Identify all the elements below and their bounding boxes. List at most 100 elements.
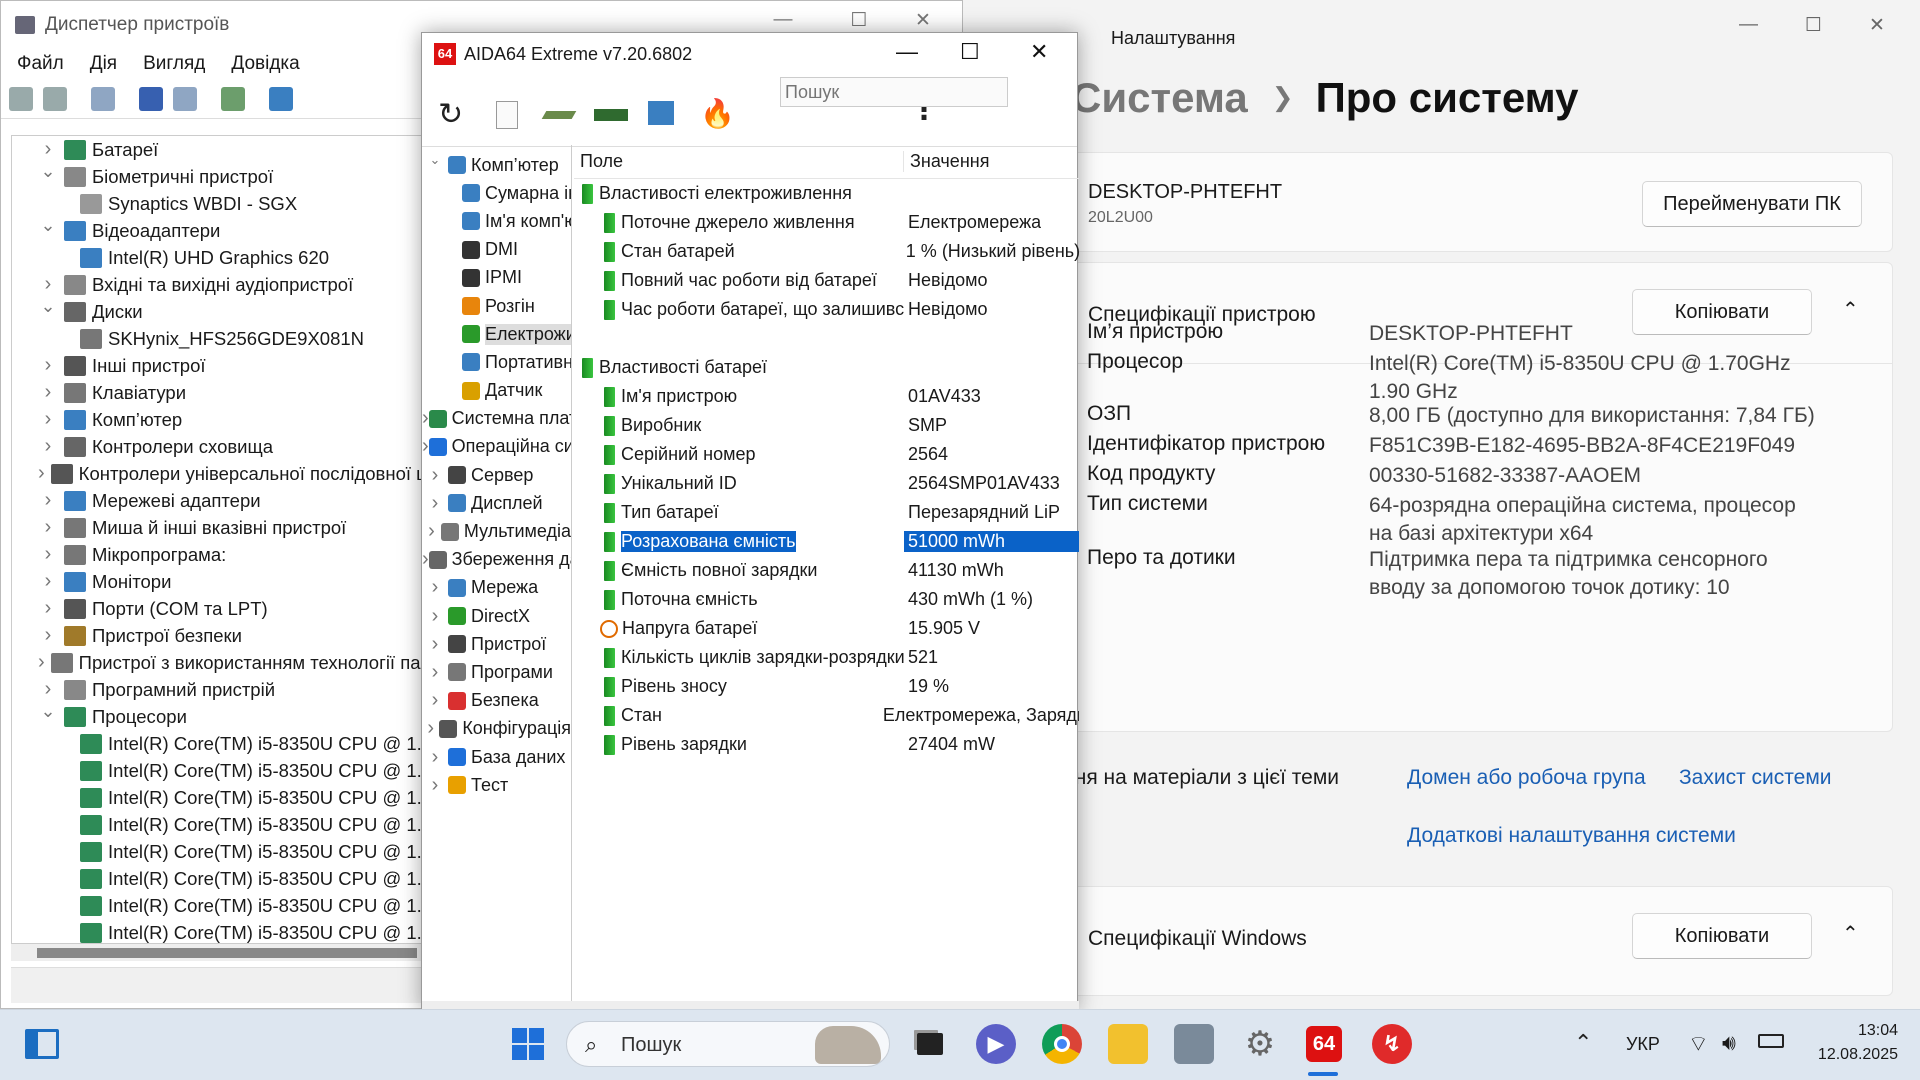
chevron-up-tray-icon[interactable]: ⌃ <box>1574 1030 1592 1056</box>
device-tree-item[interactable]: Intel(R) Core(TM) i5-8350U CPU @ 1.70GHz <box>12 757 421 784</box>
chevron-right-icon[interactable]: › <box>38 570 58 593</box>
column-value-header[interactable]: Значення <box>904 151 989 172</box>
refresh-icon[interactable]: ↻ <box>438 97 463 132</box>
aida-tree-item[interactable]: › Системна плата <box>422 405 571 433</box>
device-tree-item[interactable]: › Мережеві адаптери <box>12 487 421 514</box>
flame-icon[interactable]: 🔥 <box>700 97 735 130</box>
scan-hardware-icon[interactable] <box>269 86 293 111</box>
aida-tree-item[interactable]: › DirectX <box>422 602 571 630</box>
device-tree-item[interactable]: SKHynix_HFS256GDE9X081N <box>12 325 421 352</box>
device-tree-item[interactable]: › Порти (COM та LPT) <box>12 595 421 622</box>
device-tree-item[interactable]: Intel(R) Core(TM) i5-8350U CPU @ 1.70GHz <box>12 811 421 838</box>
menu-action[interactable]: Дія <box>90 53 117 75</box>
aida-tree-item[interactable]: Ім'я комп'ютера <box>422 207 571 235</box>
aida-tree-item[interactable]: ⌄ Комп’ютер <box>422 151 571 179</box>
device-tree-item[interactable]: › Миша й інші вказівні пристрої <box>12 514 421 541</box>
property-row[interactable]: Ім'я пристрою 01AV433 <box>574 382 1079 411</box>
clock-time[interactable]: 13:04 <box>1838 1022 1898 1040</box>
column-field-header[interactable]: Поле <box>574 151 904 172</box>
aida-tree-item[interactable]: › Операційна система <box>422 433 571 461</box>
chevron-right-icon[interactable]: › <box>38 597 58 620</box>
aida-tree-item[interactable]: Сумарна інформація <box>422 179 571 207</box>
device-manager-taskbar-icon[interactable] <box>1174 1024 1214 1064</box>
keyboard-language[interactable]: УКР <box>1626 1034 1660 1055</box>
device-tree-item[interactable]: Intel(R) Core(TM) i5-8350U CPU @ 1.70GHz <box>12 730 421 757</box>
properties-icon[interactable] <box>173 86 197 111</box>
aida-tree-item[interactable]: IPMI <box>422 264 571 292</box>
property-row[interactable]: Унікальний ID 2564SMP01AV433 <box>574 469 1079 498</box>
chevron-up-icon[interactable]: ⌃ <box>1842 297 1859 322</box>
device-tree-item[interactable]: › Комп’ютер <box>12 406 421 433</box>
chevron-right-icon[interactable]: › <box>422 520 441 543</box>
chevron-right-icon[interactable]: › <box>38 408 58 431</box>
aida-tree-item[interactable]: › Мультимедіа <box>422 517 571 545</box>
chevron-right-icon[interactable]: › <box>38 381 58 404</box>
chevron-right-icon[interactable]: › <box>38 516 58 539</box>
aida-tree-item[interactable]: › Пристрої <box>422 630 571 658</box>
aida-tree-item[interactable]: Розгін <box>422 292 571 320</box>
chevron-right-icon[interactable]: › <box>422 689 448 712</box>
property-row[interactable]: Поточне джерело живлення Електромережа <box>574 208 1079 237</box>
forward-arrow-icon[interactable] <box>43 86 67 111</box>
aida-tree-item[interactable]: Датчик <box>422 377 571 405</box>
volume-icon[interactable]: 🔊︎ <box>1722 1030 1736 1056</box>
chevron-right-icon[interactable]: › <box>422 407 429 430</box>
settings-gear-icon[interactable]: ⚙ <box>1240 1024 1280 1064</box>
chevron-right-icon[interactable]: › <box>422 576 448 599</box>
chevron-right-icon[interactable]: › <box>422 661 448 684</box>
taskbar-search-box[interactable]: ⌕ Пошук <box>566 1021 890 1067</box>
chevron-right-icon[interactable]: › <box>38 354 58 377</box>
report-icon[interactable] <box>496 101 518 129</box>
clock-date[interactable]: 12.08.2025 <box>1806 1046 1898 1064</box>
aida-tree-item[interactable]: › Тест <box>422 771 571 799</box>
red-app-icon[interactable]: ↯ <box>1372 1024 1412 1064</box>
device-tree-item[interactable]: › Пристрої з використанням технології пам… <box>12 649 421 676</box>
property-row[interactable]: Виробник SMP <box>574 411 1079 440</box>
menu-view[interactable]: Вигляд <box>143 53 205 75</box>
network-icon[interactable] <box>648 101 674 125</box>
property-row[interactable]: Стан Електромережа, Зарядка <box>574 701 1079 730</box>
battery-charging-icon[interactable] <box>1758 1034 1784 1048</box>
device-tree-item[interactable]: › Монітори <box>12 568 421 595</box>
chevron-right-icon[interactable]: › <box>38 435 58 458</box>
property-row[interactable]: Серійний номер 2564 <box>574 440 1079 469</box>
update-driver-icon[interactable] <box>221 86 245 111</box>
show-hide-console-tree-icon[interactable] <box>91 86 115 111</box>
chevron-up-icon[interactable]: ⌃ <box>1842 921 1859 946</box>
chevron-right-icon[interactable]: › <box>422 774 448 797</box>
device-tree-item[interactable]: Intel(R) Core(TM) i5-8350U CPU @ 1.70GHz <box>12 838 421 865</box>
chevron-right-icon[interactable]: › <box>422 548 429 571</box>
device-tree-item[interactable]: Intel(R) Core(TM) i5-8350U CPU @ 1.70GHz <box>12 865 421 892</box>
motherboard-icon[interactable] <box>541 111 577 119</box>
chevron-right-icon[interactable]: › <box>38 462 45 485</box>
menu-help[interactable]: Довідка <box>231 53 299 75</box>
property-row[interactable]: Поточна ємність 430 mWh (1 %) <box>574 585 1079 614</box>
device-tree-item[interactable]: › Пристрої безпеки <box>12 622 421 649</box>
chrome-icon[interactable] <box>1042 1024 1082 1064</box>
memory-icon[interactable] <box>594 109 628 121</box>
property-group-header[interactable]: Властивості батареї <box>574 353 1079 382</box>
aida64-taskbar-icon[interactable]: 64 <box>1306 1026 1342 1062</box>
settings-minimize-icon[interactable]: — <box>1739 14 1758 36</box>
aida-tree-item[interactable]: › Безпека <box>422 687 571 715</box>
menu-file[interactable]: Файл <box>17 53 64 75</box>
aida-tree-item[interactable]: › Програми <box>422 658 571 686</box>
chevron-right-icon[interactable]: › <box>38 651 45 674</box>
chevron-down-icon[interactable]: ⌄ <box>38 296 58 317</box>
aida-maximize-icon[interactable]: ☐ <box>960 39 980 65</box>
property-row[interactable]: Напруга батареї 15.905 V <box>574 614 1079 643</box>
copy-windows-specs-button[interactable]: Копіювати <box>1632 913 1812 959</box>
wifi-icon[interactable]: ⌔ <box>1688 1030 1709 1058</box>
device-tree-item[interactable]: › Клавіатури <box>12 379 421 406</box>
device-tree-item[interactable]: ⌄ Диски <box>12 296 421 325</box>
rename-pc-button[interactable]: Перейменувати ПК <box>1642 181 1862 227</box>
link-advanced-system-settings[interactable]: Додаткові налаштування системи <box>1407 824 1736 848</box>
device-tree-item[interactable]: Intel(R) UHD Graphics 620 <box>12 244 421 271</box>
chevron-down-icon[interactable]: ⌄ <box>38 161 58 182</box>
link-system-protection[interactable]: Захист системи <box>1679 766 1832 790</box>
chevron-right-icon[interactable]: › <box>38 678 58 701</box>
property-row[interactable]: Ємність повної зарядки 41130 mWh <box>574 556 1079 585</box>
chevron-right-icon[interactable]: › <box>38 543 58 566</box>
property-row[interactable]: Розрахована ємність 51000 mWh <box>574 527 1079 556</box>
device-tree-item[interactable]: › Програмний пристрій <box>12 676 421 703</box>
